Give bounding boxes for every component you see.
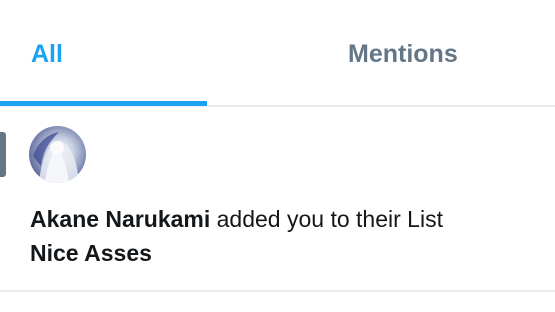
avatar-image — [33, 132, 79, 183]
actor-name[interactable]: Akane Narukami — [30, 206, 210, 232]
action-text: added you to their List — [216, 206, 443, 232]
tab-all[interactable]: All — [0, 0, 207, 107]
tab-mentions-label: Mentions — [348, 40, 458, 68]
unread-indicator — [0, 132, 6, 177]
tab-all-label: All — [31, 40, 63, 68]
tab-mentions[interactable]: Mentions — [278, 0, 555, 107]
notification-item[interactable]: Akane Narukami added you to their List N… — [0, 107, 555, 292]
notification-text: Akane Narukami added you to their List N… — [30, 202, 540, 270]
avatar[interactable] — [29, 126, 86, 183]
active-tab-indicator — [0, 101, 207, 106]
notifications-tab-bar: All Mentions — [0, 0, 555, 107]
list-name[interactable]: Nice Asses — [30, 240, 152, 266]
